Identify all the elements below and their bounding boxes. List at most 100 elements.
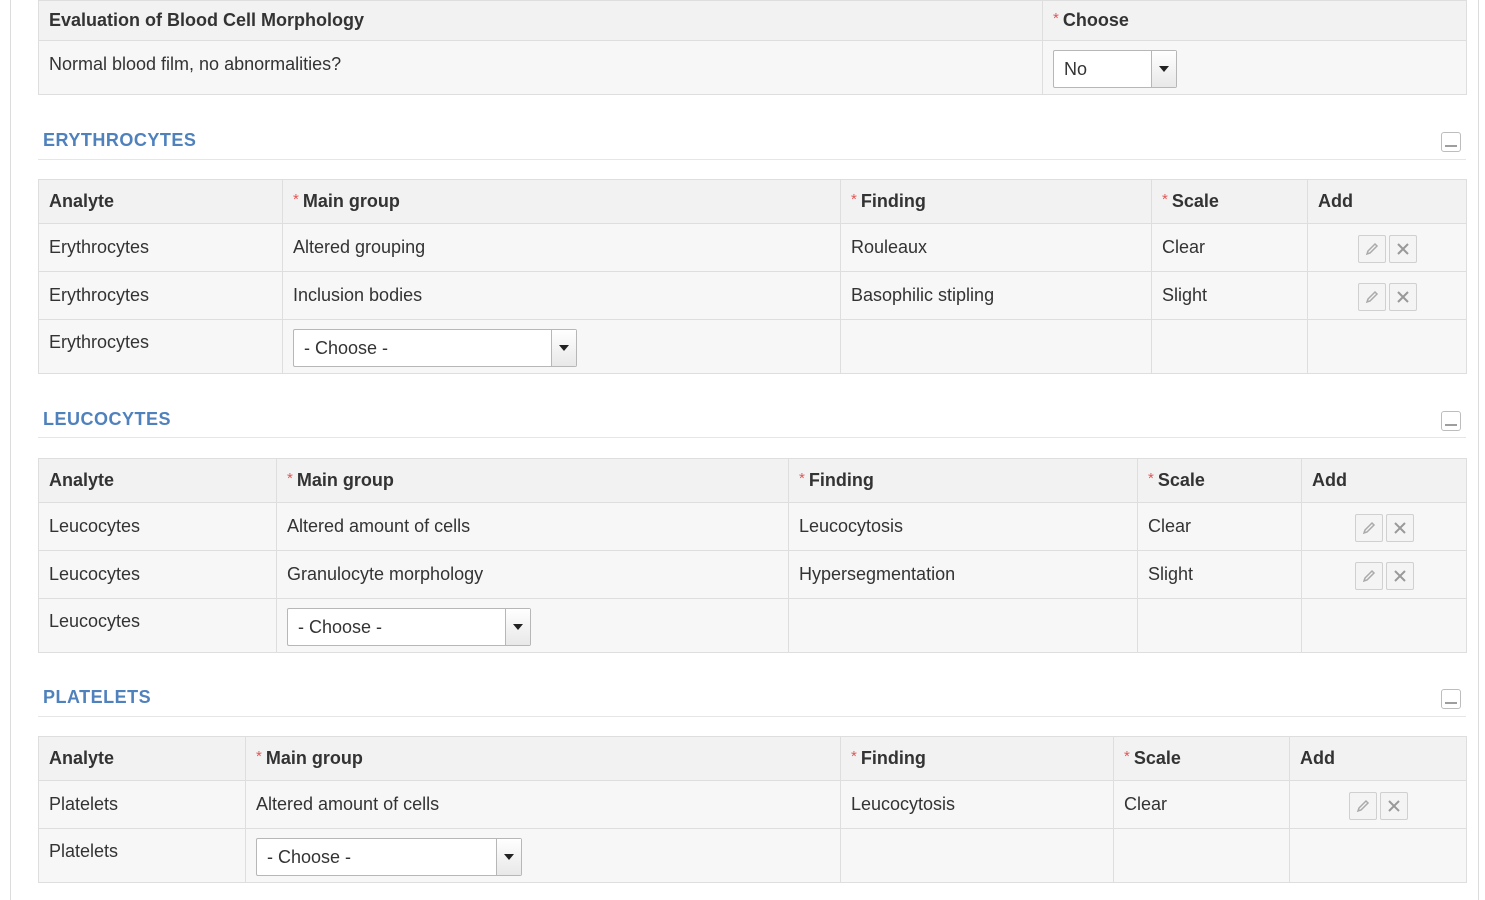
finding-header: * Finding: [788, 458, 1138, 503]
minimize-icon[interactable]: [1441, 411, 1461, 431]
analyte-cell: Leucocytes: [38, 550, 277, 599]
table-row: Leucocytes Altered amount of cells Leuco…: [38, 502, 1467, 551]
analyte-cell: Leucocytes: [38, 502, 277, 551]
pencil-icon: [1356, 799, 1369, 813]
edit-button[interactable]: [1354, 562, 1383, 590]
main-group-header: * Main group: [276, 458, 789, 503]
actions-cell: [1301, 550, 1467, 599]
pencil-icon: [1365, 290, 1378, 304]
close-icon: [1393, 522, 1406, 534]
required-marker: *: [851, 748, 857, 765]
finding-cell: [840, 319, 1152, 374]
delete-button[interactable]: [1388, 235, 1417, 263]
add-header: Add: [1307, 179, 1467, 224]
chevron-down-icon[interactable]: [496, 839, 521, 875]
scale-cell: Clear: [1151, 223, 1308, 272]
scale-cell: Slight: [1151, 271, 1308, 320]
section-title-platelets: PLATELETS: [43, 687, 152, 707]
edit-button[interactable]: [1357, 283, 1386, 311]
scale-header: * Scale: [1151, 179, 1308, 224]
pencil-icon: [1362, 521, 1375, 535]
scale-cell: [1113, 828, 1290, 883]
main-group-cell: Altered amount of cells: [245, 780, 841, 829]
left-frame-border: [10, 0, 11, 900]
minimize-icon[interactable]: [1441, 132, 1461, 152]
new-row: Leucocytes - Choose -: [38, 598, 1467, 653]
required-marker: *: [799, 470, 805, 487]
chevron-down-icon[interactable]: [551, 330, 576, 366]
actions-cell: [1307, 319, 1467, 374]
select-value: - Choose -: [298, 617, 383, 637]
required-marker: *: [1124, 748, 1130, 765]
analyte-cell: Erythrocytes: [38, 223, 283, 272]
section-divider: [38, 437, 1466, 438]
analyte-header: Analyte: [38, 458, 277, 503]
delete-button[interactable]: [1379, 792, 1408, 820]
select-value: No: [1064, 59, 1088, 79]
close-icon: [1393, 570, 1406, 582]
scale-cell: [1137, 598, 1302, 653]
platelets-table: Analyte * Main group * Finding * Scale Add …: [38, 736, 1467, 883]
main-group-select-cell: - Choose -: [245, 828, 841, 883]
main-group-select[interactable]: - Choose -: [287, 608, 531, 646]
main-group-cell: Granulocyte morphology: [276, 550, 789, 599]
table-row: Leucocytes Granulocyte morphology Hypers…: [38, 550, 1467, 599]
analyte-cell: Platelets: [38, 780, 246, 829]
actions-cell: [1289, 780, 1467, 829]
analyte-cell: Erythrocytes: [38, 271, 283, 320]
actions-cell: [1289, 828, 1467, 883]
scale-cell: Clear: [1113, 780, 1290, 829]
finding-cell: Leucocytosis: [788, 502, 1138, 551]
finding-cell: Hypersegmentation: [788, 550, 1138, 599]
analyte-cell: Leucocytes: [38, 598, 277, 653]
scale-cell: [1151, 319, 1308, 374]
required-marker: *: [851, 191, 857, 208]
normal-film-select[interactable]: No: [1053, 50, 1177, 88]
row-actions: [1318, 283, 1456, 311]
actions-cell: [1307, 271, 1467, 320]
delete-button[interactable]: [1385, 514, 1414, 542]
analyte-cell: Erythrocytes: [38, 319, 283, 374]
edit-button[interactable]: [1354, 514, 1383, 542]
choose-header: * Choose: [1042, 0, 1467, 41]
actions-cell: [1301, 502, 1467, 551]
close-icon: [1387, 800, 1400, 812]
required-marker: *: [256, 748, 262, 765]
row-actions: [1312, 562, 1456, 590]
minimize-icon[interactable]: [1441, 689, 1461, 709]
main-group-select-cell: - Choose -: [276, 598, 789, 653]
right-frame-border: [1478, 0, 1479, 900]
required-marker: *: [287, 470, 293, 487]
pencil-icon: [1362, 569, 1375, 583]
actions-cell: [1301, 598, 1467, 653]
erythrocytes-table: Analyte * Main group * Finding * Scale Add …: [38, 179, 1467, 374]
required-marker: *: [1053, 10, 1059, 27]
finding-header: * Finding: [840, 179, 1152, 224]
analyte-cell: Platelets: [38, 828, 246, 883]
close-icon: [1396, 291, 1409, 303]
required-marker: *: [1148, 470, 1154, 487]
table-row: Erythrocytes Altered grouping Rouleaux C…: [38, 223, 1467, 272]
evaluation-question: Normal blood film, no abnormalities?: [38, 40, 1043, 95]
evaluation-title-header: Evaluation of Blood Cell Morphology: [38, 0, 1043, 41]
evaluation-answer-cell: No: [1042, 40, 1467, 95]
leucocytes-table: Analyte * Main group * Finding * Scale Add …: [38, 458, 1467, 653]
chevron-down-icon[interactable]: [505, 609, 530, 645]
edit-button[interactable]: [1348, 792, 1377, 820]
main-group-select[interactable]: - Choose -: [293, 329, 577, 367]
select-value: - Choose -: [267, 847, 352, 867]
main-group-select[interactable]: - Choose -: [256, 838, 522, 876]
analyte-header: Analyte: [38, 736, 246, 781]
select-value: - Choose -: [304, 338, 389, 358]
scale-cell: Slight: [1137, 550, 1302, 599]
delete-button[interactable]: [1388, 283, 1417, 311]
main-group-cell: Inclusion bodies: [282, 271, 841, 320]
chevron-down-icon[interactable]: [1151, 51, 1176, 87]
finding-cell: Rouleaux: [840, 223, 1152, 272]
scale-header: * Scale: [1113, 736, 1290, 781]
scale-cell: Clear: [1137, 502, 1302, 551]
main-group-header: * Main group: [282, 179, 841, 224]
edit-button[interactable]: [1357, 235, 1386, 263]
actions-cell: [1307, 223, 1467, 272]
delete-button[interactable]: [1385, 562, 1414, 590]
